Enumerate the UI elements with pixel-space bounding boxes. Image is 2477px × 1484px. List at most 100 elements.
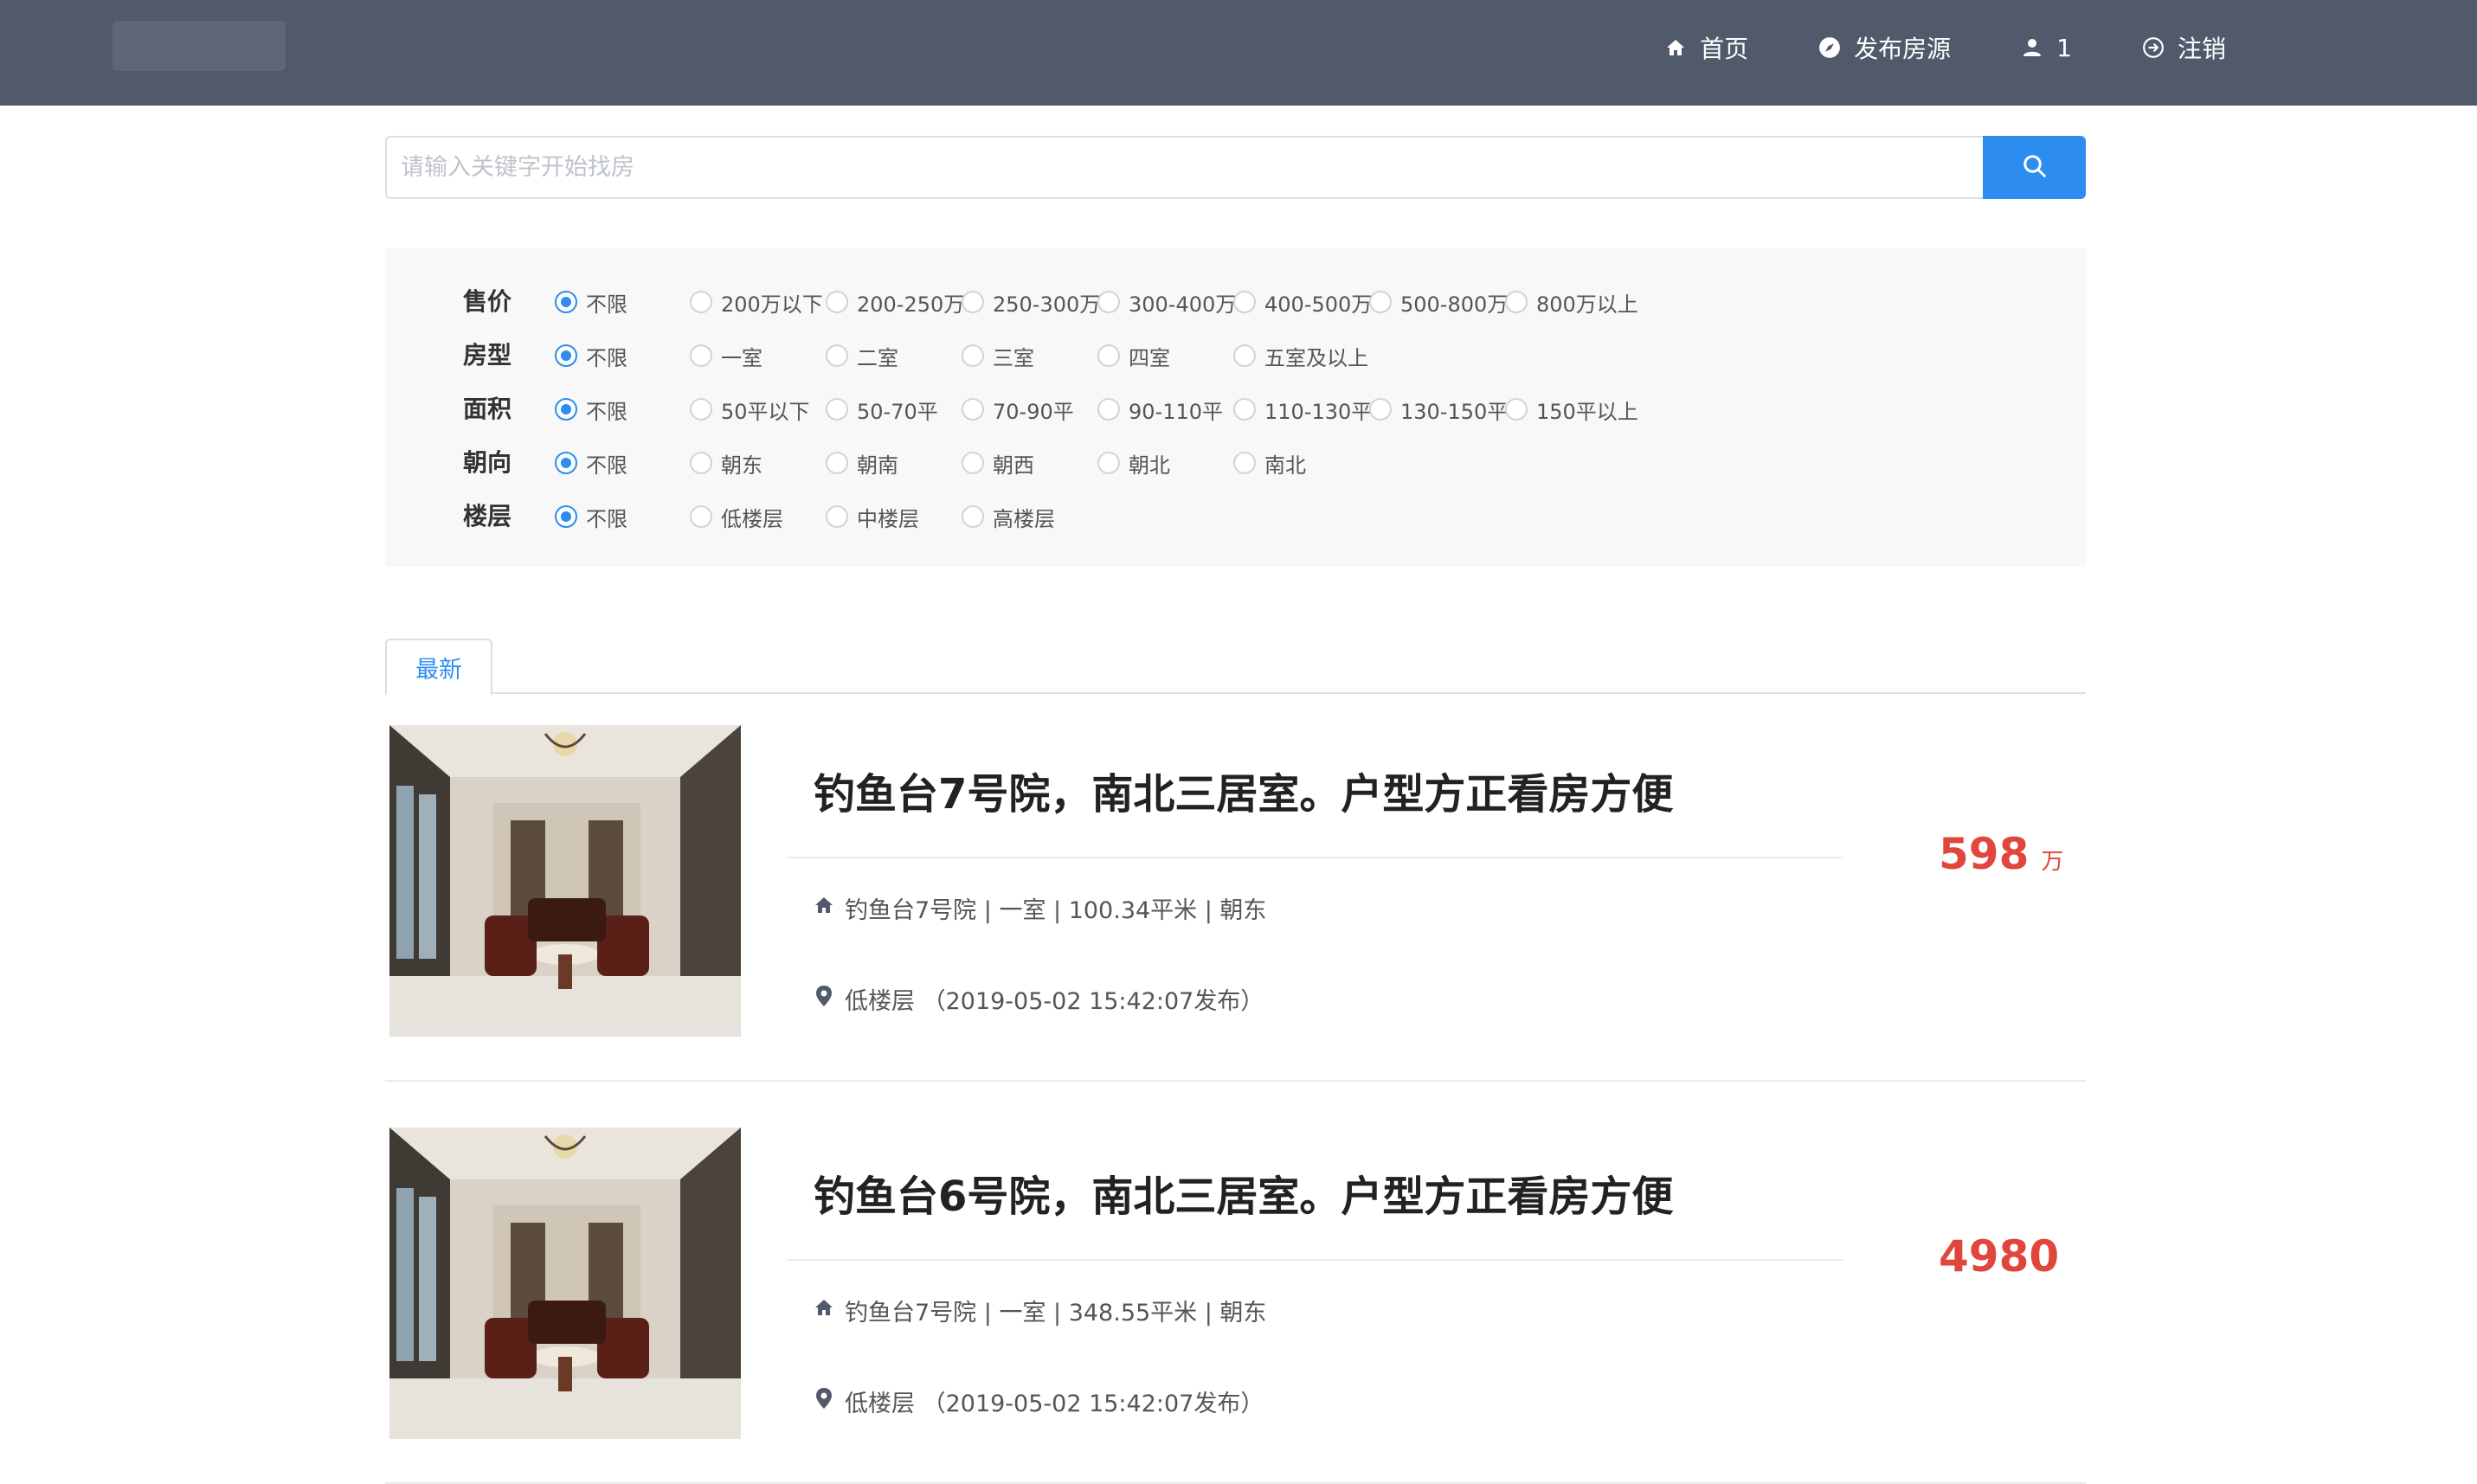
filter-option[interactable]: 五室及以上 xyxy=(1233,338,1368,373)
filter-option[interactable]: 130-150平 xyxy=(1369,392,1508,427)
filter-row-floor: 楼层 不限 低楼层 中楼层 高楼层 xyxy=(385,499,2086,534)
filter-option[interactable]: 250-300万 xyxy=(962,285,1100,319)
radio[interactable] xyxy=(690,344,712,367)
filter-option[interactable]: 200万以下 xyxy=(690,285,823,319)
location-pin-icon xyxy=(814,1387,834,1416)
radio[interactable] xyxy=(1233,398,1256,421)
radio[interactable] xyxy=(690,452,712,474)
filter-option[interactable]: 三室 xyxy=(962,338,1034,373)
radio[interactable] xyxy=(690,291,712,313)
radio[interactable] xyxy=(1097,344,1120,367)
home-icon xyxy=(1663,35,1688,60)
search-input[interactable] xyxy=(385,136,1983,199)
logout-icon xyxy=(2141,35,2165,60)
listing-price: 4980 xyxy=(1939,1231,2071,1282)
filter-option[interactable]: 150平以上 xyxy=(1505,392,1638,427)
site-logo[interactable] xyxy=(113,21,286,71)
radio-selected[interactable] xyxy=(555,452,577,474)
radio-selected[interactable] xyxy=(555,291,577,313)
top-navbar: 首页 发布房源 1 注销 xyxy=(0,0,2477,106)
search-bar xyxy=(385,136,2086,199)
filter-option[interactable]: 不限 xyxy=(555,392,627,427)
nav-logout[interactable]: 注销 xyxy=(2141,30,2226,65)
radio[interactable] xyxy=(962,398,984,421)
filter-option[interactable]: 朝西 xyxy=(962,446,1034,480)
nav-publish[interactable]: 发布房源 xyxy=(1818,30,1951,65)
nav-home[interactable]: 首页 xyxy=(1663,30,1748,65)
filter-option[interactable]: 110-130平 xyxy=(1233,392,1372,427)
filter-option[interactable]: 一室 xyxy=(690,338,762,373)
radio[interactable] xyxy=(962,452,984,474)
radio[interactable] xyxy=(690,505,712,528)
filter-option[interactable]: 50-70平 xyxy=(826,392,938,427)
radio[interactable] xyxy=(826,398,848,421)
filter-option[interactable]: 中楼层 xyxy=(826,499,919,534)
radio[interactable] xyxy=(1505,291,1528,313)
filter-option[interactable]: 朝南 xyxy=(826,446,898,480)
listing-title[interactable]: 钓鱼台7号院，南北三居室。户型方正看房方便 xyxy=(814,760,1673,820)
filter-option[interactable]: 500-800万 xyxy=(1369,285,1508,319)
listing-info-text: 钓鱼台7号院 | 一室 | 100.34平米 | 朝东 xyxy=(845,897,1267,924)
radio[interactable] xyxy=(1369,291,1392,313)
filter-option[interactable]: 不限 xyxy=(555,338,627,373)
listing-title[interactable]: 钓鱼台6号院，南北三居室。户型方正看房方便 xyxy=(814,1162,1673,1223)
filter-option[interactable]: 50平以下 xyxy=(690,392,810,427)
search-button[interactable] xyxy=(1983,136,2086,199)
location-pin-icon xyxy=(814,985,834,1013)
filter-option[interactable]: 朝东 xyxy=(690,446,762,480)
filter-option[interactable]: 70-90平 xyxy=(962,392,1074,427)
filter-option[interactable]: 800万以上 xyxy=(1505,285,1638,319)
radio[interactable] xyxy=(1233,344,1256,367)
radio-selected[interactable] xyxy=(555,505,577,528)
radio[interactable] xyxy=(826,452,848,474)
search-icon xyxy=(2022,153,2048,183)
radio[interactable] xyxy=(962,344,984,367)
filter-label: 面积 xyxy=(463,395,512,423)
filter-option[interactable]: 300-400万 xyxy=(1097,285,1236,319)
filter-option[interactable]: 200-250万 xyxy=(826,285,964,319)
filter-option[interactable]: 低楼层 xyxy=(690,499,783,534)
filter-panel: 售价 不限 200万以下 200-250万 250-300万 300-400万 … xyxy=(385,248,2086,567)
filter-option[interactable]: 高楼层 xyxy=(962,499,1055,534)
listing-floor: 低楼层 （2019-05-02 15:42:07发布） xyxy=(814,982,1264,1016)
filter-option[interactable]: 不限 xyxy=(555,446,627,480)
radio[interactable] xyxy=(690,398,712,421)
filter-option[interactable]: 不限 xyxy=(555,285,627,319)
home-icon xyxy=(814,895,834,922)
nav-user-label: 1 xyxy=(2056,33,2072,62)
radio[interactable] xyxy=(1369,398,1392,421)
listing-tabs: 最新 xyxy=(385,639,2086,696)
radio[interactable] xyxy=(1233,291,1256,313)
radio[interactable] xyxy=(962,505,984,528)
radio[interactable] xyxy=(962,291,984,313)
filter-option[interactable]: 不限 xyxy=(555,499,627,534)
radio-selected[interactable] xyxy=(555,398,577,421)
tab-latest[interactable]: 最新 xyxy=(385,639,492,696)
radio[interactable] xyxy=(1097,452,1120,474)
nav-user[interactable]: 1 xyxy=(2020,34,2072,62)
compass-icon xyxy=(1818,35,1842,60)
radio-selected[interactable] xyxy=(555,344,577,367)
radio[interactable] xyxy=(826,344,848,367)
filter-option[interactable]: 400-500万 xyxy=(1233,285,1372,319)
listing-info: 钓鱼台7号院 | 一室 | 100.34平米 | 朝东 xyxy=(814,891,1266,925)
divider xyxy=(788,857,1843,858)
radio[interactable] xyxy=(1505,398,1528,421)
filter-option[interactable]: 二室 xyxy=(826,338,898,373)
listing-info: 钓鱼台7号院 | 一室 | 348.55平米 | 朝东 xyxy=(814,1294,1266,1327)
filter-option[interactable]: 朝北 xyxy=(1097,446,1170,480)
filter-row-price: 售价 不限 200万以下 200-250万 250-300万 300-400万 … xyxy=(385,285,2086,319)
filter-label: 房型 xyxy=(463,341,512,369)
radio[interactable] xyxy=(826,505,848,528)
price-unit: 万 xyxy=(2041,849,2064,875)
radio[interactable] xyxy=(1097,398,1120,421)
filter-row-orientation: 朝向 不限 朝东 朝南 朝西 朝北 南北 xyxy=(385,446,2086,480)
listing-photo[interactable] xyxy=(389,1127,741,1439)
filter-option[interactable]: 90-110平 xyxy=(1097,392,1223,427)
radio[interactable] xyxy=(826,291,848,313)
radio[interactable] xyxy=(1097,291,1120,313)
listing-photo[interactable] xyxy=(389,725,741,1037)
filter-option[interactable]: 南北 xyxy=(1233,446,1306,480)
filter-option[interactable]: 四室 xyxy=(1097,338,1170,373)
radio[interactable] xyxy=(1233,452,1256,474)
